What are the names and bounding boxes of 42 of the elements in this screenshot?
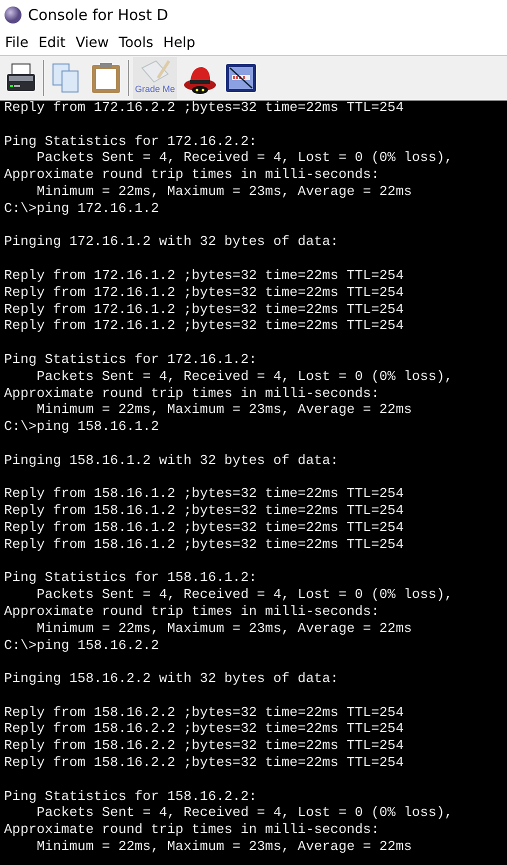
console-line: Packets Sent = 4, Received = 4, Lost = 0 (0% loss), [36, 588, 454, 605]
console-line: Minimum = 22ms, Maximum = 23ms, Average = 22ms [36, 622, 413, 638]
console-line: Pinging 158.16.1.2 with 32 bytes of data: [4, 454, 340, 471]
console-line: Reply from 172.16.1.2 ;bytes=32 time=22ms TTL=254 [4, 319, 405, 336]
menu-item[interactable]: Tools [114, 32, 158, 52]
console-line: Packets Sent = 4, Received = 4, Lost = 0 (0% loss), [36, 151, 454, 168]
console-line: Reply from 158.16.2.2 ;bytes=32 time=22ms TTL=254 [4, 756, 405, 773]
menu-item[interactable]: Help [158, 32, 200, 52]
console-line: Ping Statistics for 172.16.1.2: [4, 352, 258, 370]
console-line: Packets Sent = 4, Received = 4, Lost = 0 (0% loss), [36, 370, 454, 387]
app-icon [4, 6, 22, 24]
console-line: C:\>ping 172.16.1.2 [4, 202, 160, 219]
console-line: Ping Statistics for 158.16.1.2: [4, 571, 258, 588]
console-line: C:\>ping 158.16.1.2 [4, 420, 160, 437]
console-line: Reply from 172.16.1.2 ;bytes=32 time=22ms TTL=254 [4, 302, 405, 319]
console-line: Reply from 158.16.2.2 ;bytes=32 time=22ms TTL=254 [4, 739, 405, 756]
console-line: Reply from 158.16.2.2 ;bytes=32 time=22ms TTL=254 [4, 706, 405, 722]
console-line: Minimum = 22ms, Maximum = 23ms, Average = 22ms [36, 840, 413, 857]
console-line: Ping Statistics for 158.16.2.2: [4, 790, 258, 806]
console-line: Reply from 172.16.2.2 ;bytes=32 time=22ms TTL=254 [4, 101, 405, 118]
menu-item[interactable]: Edit [33, 32, 71, 52]
console-line: Approximate round trip times in milli-seconds: [4, 604, 380, 622]
console-line: Reply from 158.16.1.2 ;bytes=32 time=22ms TTL=254 [4, 487, 405, 504]
console-line: Pinging 158.16.2.2 with 32 bytes of data: [4, 672, 340, 689]
console-line: Minimum = 22ms, Maximum = 23ms, Average = 22ms [36, 184, 413, 202]
console-line: Reply from 158.16.1.2 ;bytes=32 time=22ms TTL=254 [4, 504, 405, 521]
window-title: Console for Host D [28, 6, 168, 24]
console-line: Reply from 172.16.1.2 ;bytes=32 time=22ms TTL=254 [4, 286, 405, 303]
console-line: Reply from 172.16.1.2 ;bytes=32 time=22ms TTL=254 [4, 268, 405, 286]
menu-item[interactable]: View [70, 32, 114, 52]
console-line: Approximate round trip times in milli-seconds: [4, 823, 380, 840]
console-line: Reply from 158.16.1.2 ;bytes=32 time=22ms TTL=254 [4, 520, 405, 538]
console-line: Reply from 158.16.2.2 ;bytes=32 time=22ms TTL=254 [4, 722, 405, 739]
console-line: Approximate round trip times in milli-seconds: [4, 386, 380, 403]
console-line: Ping Statistics for 172.16.2.2: [4, 134, 258, 151]
console-line: C:\>ping 158.16.2.2 [4, 638, 160, 656]
console-line: Reply from 158.16.1.2 ;bytes=32 time=22ms TTL=254 [4, 538, 405, 555]
console-line: Pinging 172.16.1.2 with 32 bytes of data: [4, 235, 340, 252]
console-line: Minimum = 22ms, Maximum = 23ms, Average = 22ms [36, 403, 413, 420]
menu-item[interactable]: File [0, 32, 34, 52]
console-line: Approximate round trip times in milli-seconds: [4, 168, 380, 185]
console-line: Packets Sent = 4, Received = 4, Lost = 0 (0% loss), [36, 806, 454, 823]
